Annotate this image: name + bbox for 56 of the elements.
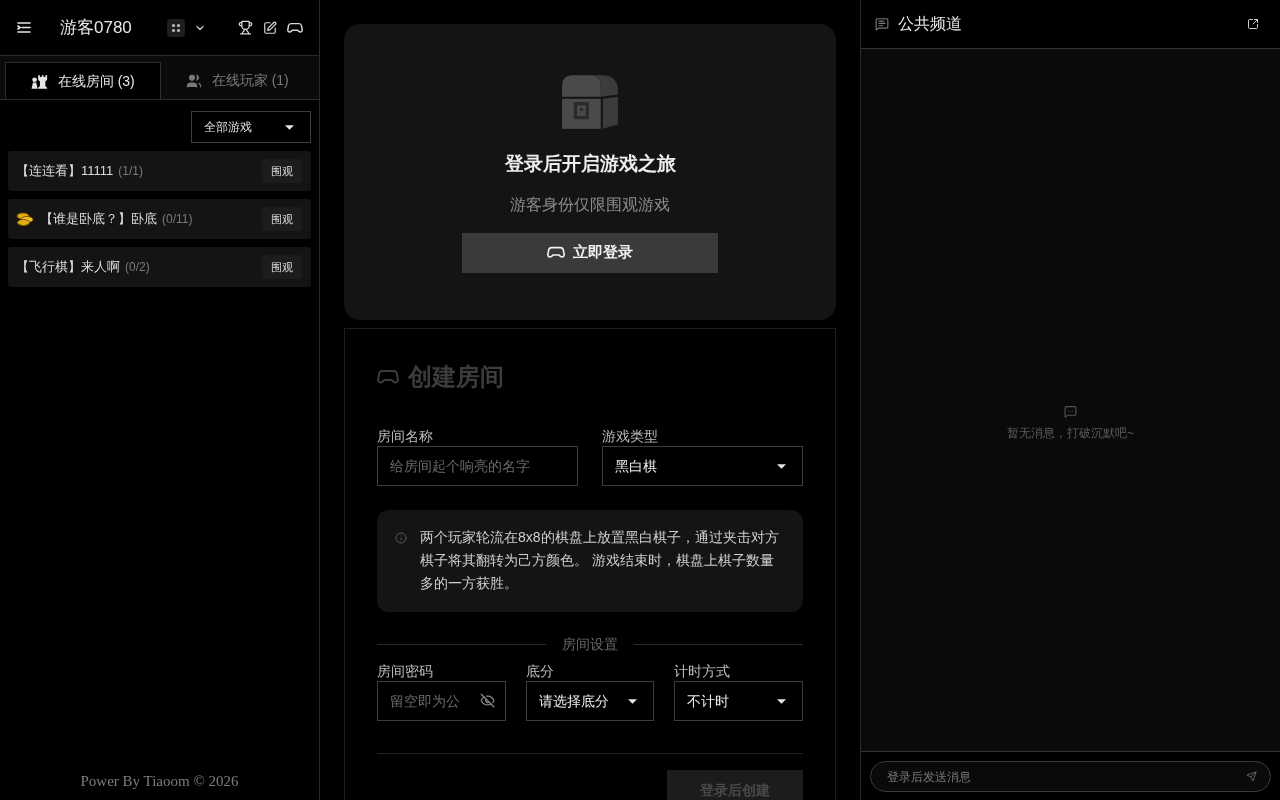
treasure-chest-icon: [561, 74, 619, 130]
caret-icon: [777, 463, 786, 469]
player-count: (1/1): [118, 163, 143, 180]
tab[interactable]: 在线玩家 (1): [160, 62, 314, 99]
caret-icon: [285, 124, 294, 130]
player-count: (0/11): [162, 211, 193, 228]
edit-icon[interactable]: [263, 20, 277, 35]
room-card[interactable]: 【飞行棋】来人啊 (0/2) 围观: [8, 247, 311, 287]
gamepad-icon: [547, 246, 565, 259]
room-title: 【飞行棋】来人啊: [16, 258, 120, 277]
room-card[interactable]: 【谁是卧底？】卧底 (0/11) 围观: [8, 199, 311, 239]
gamepad-icon: [287, 21, 303, 34]
login-subtitle: 游客身份仅限围观游戏: [510, 194, 670, 215]
eye-off-icon[interactable]: [479, 693, 495, 708]
info-icon: [395, 532, 407, 544]
trophy-icon[interactable]: [238, 20, 253, 35]
caret-icon: [628, 698, 638, 704]
watch-button[interactable]: 围观: [262, 159, 302, 183]
users-icon: [185, 72, 202, 89]
gamepad-icon: [377, 369, 399, 385]
field-label: 房间名称: [377, 427, 434, 446]
select-field[interactable]: 黑白棋: [602, 446, 803, 486]
menu-icon[interactable]: [17, 22, 31, 33]
room-card[interactable]: 【连连看】11111 (1/1) 围观: [8, 151, 311, 191]
room-name-input[interactable]: 给房间起个响亮的名字: [377, 446, 578, 486]
four-dots-icon[interactable]: [166, 18, 185, 37]
footer-credit: Power By Tiaoom © 2026: [80, 771, 239, 791]
password-input[interactable]: 留空即为公: [377, 681, 506, 721]
room-title: 【谁是卧底？】卧底: [40, 210, 157, 229]
chess-pieces-icon: [30, 73, 48, 89]
send-icon[interactable]: [1246, 771, 1257, 782]
chat-title: 公共频道: [898, 14, 962, 34]
username-title: 游客0780: [60, 16, 132, 39]
field-label: 房间密码: [377, 662, 434, 681]
watch-button[interactable]: 围观: [262, 207, 302, 231]
login-title: 登录后开启游戏之旅: [504, 152, 676, 176]
chat-icon: [875, 17, 889, 31]
caret-icon: [777, 698, 786, 704]
section-label: 房间设置: [562, 634, 618, 654]
chat-input[interactable]: 登录后发送消息: [870, 761, 1271, 792]
field-label: 计时方式: [674, 662, 732, 681]
game-filter-select[interactable]: 全部游戏: [191, 111, 311, 143]
game-description: 两个玩家轮流在8x8的棋盘上放置黑白棋子，通过夹击对方棋子将其翻转为己方颜色。 游戏结束时，棋盘上棋子数量多的一方获胜。: [420, 528, 780, 593]
select-field[interactable]: 请选择底分: [525, 681, 655, 721]
room-title: 【连连看】11111: [16, 162, 114, 181]
field-label: 底分: [525, 662, 555, 681]
watch-button[interactable]: 围观: [262, 255, 302, 279]
tab[interactable]: 在线房间 (3): [5, 62, 161, 99]
external-link-icon[interactable]: [1247, 18, 1259, 30]
login-button[interactable]: 立即登录: [462, 232, 718, 273]
player-count: (0/2): [125, 259, 150, 276]
create-room-title: 创建房间: [408, 362, 504, 392]
field-label: 游戏类型: [602, 427, 659, 446]
select-field[interactable]: 不计时: [674, 681, 803, 721]
empty-chat-icon: [1064, 404, 1077, 418]
empty-chat-message: 暂无消息，打破沉默吧~: [1007, 424, 1134, 442]
